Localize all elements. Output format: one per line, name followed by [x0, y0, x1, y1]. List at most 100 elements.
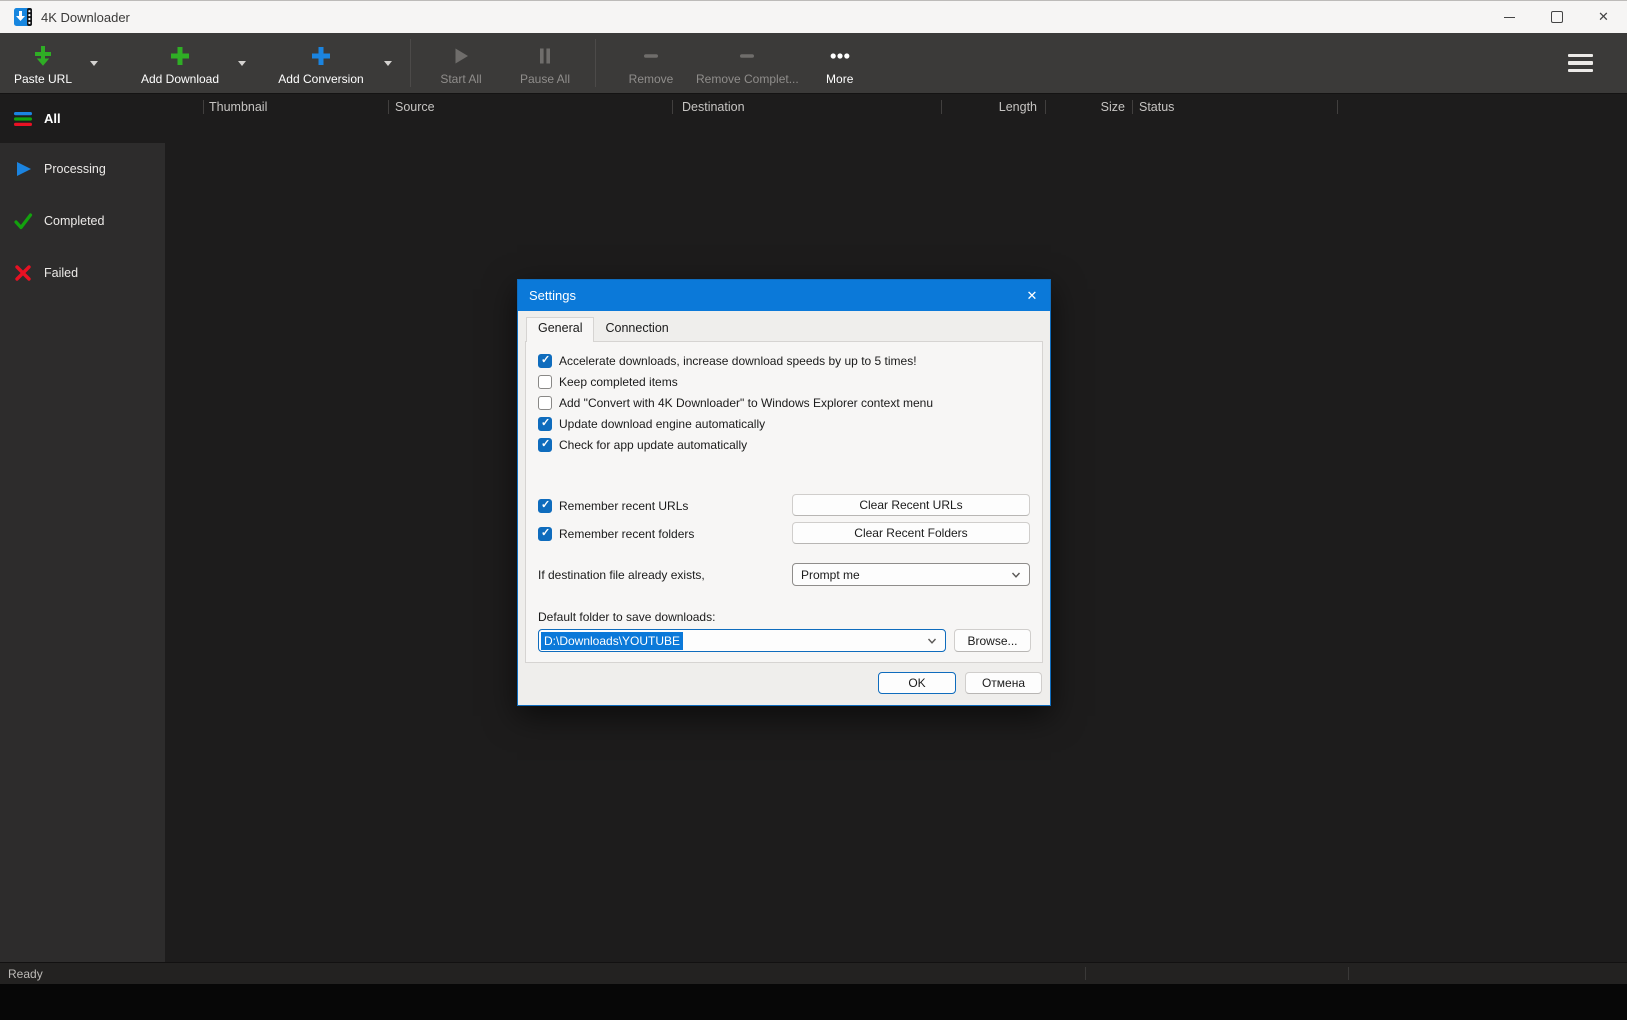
clear-recent-urls-button[interactable]: Clear Recent URLs	[792, 494, 1030, 516]
checkbox-update-engine[interactable]: Update download engine automatically	[538, 416, 765, 432]
window-title: 4K Downloader	[41, 10, 130, 25]
checkbox-icon[interactable]	[538, 396, 552, 410]
statusbar-divider	[1085, 967, 1086, 980]
column-thumbnail[interactable]: Thumbnail	[209, 94, 267, 120]
column-divider[interactable]	[672, 100, 673, 114]
checkbox-label: Update download engine automatically	[559, 417, 765, 431]
add-conversion-dropdown[interactable]	[374, 33, 402, 93]
column-length[interactable]: Length	[957, 94, 1037, 120]
clear-recent-folders-button[interactable]: Clear Recent Folders	[792, 522, 1030, 544]
tab-connection[interactable]: Connection	[594, 317, 679, 341]
column-divider[interactable]	[1337, 100, 1338, 114]
chevron-down-icon	[384, 61, 392, 66]
settings-dialog-titlebar: Settings	[518, 280, 1050, 311]
sidebar-item-all[interactable]: All	[0, 94, 165, 143]
settings-dialog-title: Settings	[529, 288, 576, 303]
chevron-down-icon	[90, 61, 98, 66]
hamburger-menu-button[interactable]	[1562, 48, 1599, 78]
add-download-dropdown[interactable]	[228, 33, 256, 93]
column-source[interactable]: Source	[395, 94, 435, 120]
checkbox-label: Add "Convert with 4K Downloader" to Wind…	[559, 396, 933, 410]
checkbox-icon[interactable]	[538, 438, 552, 452]
browse-button[interactable]: Browse...	[954, 629, 1031, 652]
sidebar-item-completed[interactable]: Completed	[0, 195, 165, 247]
sidebar-item-label: Completed	[44, 214, 104, 228]
pause-all-button[interactable]: Pause All	[503, 33, 587, 93]
add-download-button[interactable]: Add Download	[132, 33, 228, 93]
remove-icon	[639, 44, 663, 68]
chevron-down-icon	[238, 61, 246, 66]
sidebar-item-label: All	[44, 111, 61, 126]
start-all-icon	[449, 44, 473, 68]
maximize-button[interactable]	[1533, 1, 1580, 33]
column-divider[interactable]	[941, 100, 942, 114]
paste-url-icon	[31, 44, 55, 68]
cancel-button[interactable]: Отмена	[965, 672, 1042, 694]
general-tab-page: Accelerate downloads, increase download …	[525, 341, 1043, 663]
remove-completed-icon	[735, 44, 759, 68]
hamburger-icon	[1568, 54, 1593, 57]
start-all-button[interactable]: Start All	[419, 33, 503, 93]
checkbox-icon[interactable]	[538, 375, 552, 389]
sidebar-item-label: Processing	[44, 162, 106, 176]
column-divider[interactable]	[388, 100, 389, 114]
checkbox-label: Remember recent URLs	[559, 499, 688, 513]
default-folder-label: Default folder to save downloads:	[538, 610, 715, 624]
sidebar-item-failed[interactable]: Failed	[0, 247, 165, 299]
checkbox-label: Accelerate downloads, increase download …	[559, 354, 917, 368]
pause-all-icon	[533, 44, 557, 68]
failed-cross-icon	[13, 263, 33, 283]
destination-exists-label: If destination file already exists,	[538, 568, 705, 582]
main-toolbar: Paste URL Add Download Add Conversion St…	[0, 33, 1627, 94]
status-bar: Ready	[0, 962, 1627, 984]
chevron-down-icon	[926, 635, 938, 647]
chevron-down-icon	[1010, 569, 1022, 581]
add-conversion-icon	[309, 44, 333, 68]
checkbox-remember-urls[interactable]: Remember recent URLs	[538, 498, 688, 514]
sidebar: Processing Completed Failed	[0, 143, 165, 962]
column-destination[interactable]: Destination	[682, 94, 745, 120]
default-folder-input[interactable]: D:\Downloads\YOUTUBE	[538, 629, 946, 652]
tab-general[interactable]: General	[526, 317, 594, 342]
checkbox-accelerate[interactable]: Accelerate downloads, increase download …	[538, 353, 917, 369]
select-value: Prompt me	[801, 568, 860, 582]
window-titlebar: 4K Downloader	[0, 0, 1627, 33]
list-column-header: Thumbnail Source Destination Length Size…	[0, 94, 1627, 120]
remove-completed-button[interactable]: Remove Complet...	[690, 33, 805, 93]
sidebar-item-label: Failed	[44, 266, 78, 280]
column-divider[interactable]	[1132, 100, 1133, 114]
column-status[interactable]: Status	[1139, 94, 1174, 120]
checkbox-icon[interactable]	[538, 354, 552, 368]
processing-play-icon	[13, 159, 33, 179]
checkbox-icon[interactable]	[538, 417, 552, 431]
paste-url-dropdown[interactable]	[80, 33, 108, 93]
destination-exists-select[interactable]: Prompt me	[792, 563, 1030, 586]
remove-button[interactable]: Remove	[612, 33, 690, 93]
minimize-button[interactable]	[1486, 1, 1533, 33]
checkbox-keep-completed[interactable]: Keep completed items	[538, 374, 678, 390]
folder-path-selected-text: D:\Downloads\YOUTUBE	[541, 632, 683, 650]
checkbox-icon[interactable]	[538, 527, 552, 541]
statusbar-divider	[1348, 967, 1349, 980]
checkbox-remember-folders[interactable]: Remember recent folders	[538, 526, 694, 542]
column-divider[interactable]	[203, 100, 204, 114]
toolbar-separator	[595, 39, 596, 87]
column-size[interactable]: Size	[1045, 94, 1125, 120]
checkbox-label: Check for app update automatically	[559, 438, 747, 452]
sidebar-item-processing[interactable]: Processing	[0, 143, 165, 195]
status-text: Ready	[8, 967, 43, 981]
checkbox-context-menu[interactable]: Add "Convert with 4K Downloader" to Wind…	[538, 395, 933, 411]
app-window: 4K Downloader Paste URL Add Download	[0, 0, 1627, 1020]
more-ellipsis-icon	[828, 44, 852, 68]
desktop-background	[0, 984, 1627, 1020]
checkbox-check-app-update[interactable]: Check for app update automatically	[538, 437, 747, 453]
toolbar-separator	[410, 39, 411, 87]
checkbox-label: Remember recent folders	[559, 527, 694, 541]
checkbox-icon[interactable]	[538, 499, 552, 513]
ok-button[interactable]: OK	[878, 672, 956, 694]
close-button[interactable]	[1580, 1, 1627, 33]
add-conversion-button[interactable]: Add Conversion	[268, 33, 374, 93]
more-button[interactable]: More	[805, 33, 875, 93]
paste-url-button[interactable]: Paste URL	[6, 33, 80, 93]
settings-close-button[interactable]	[1014, 280, 1050, 311]
